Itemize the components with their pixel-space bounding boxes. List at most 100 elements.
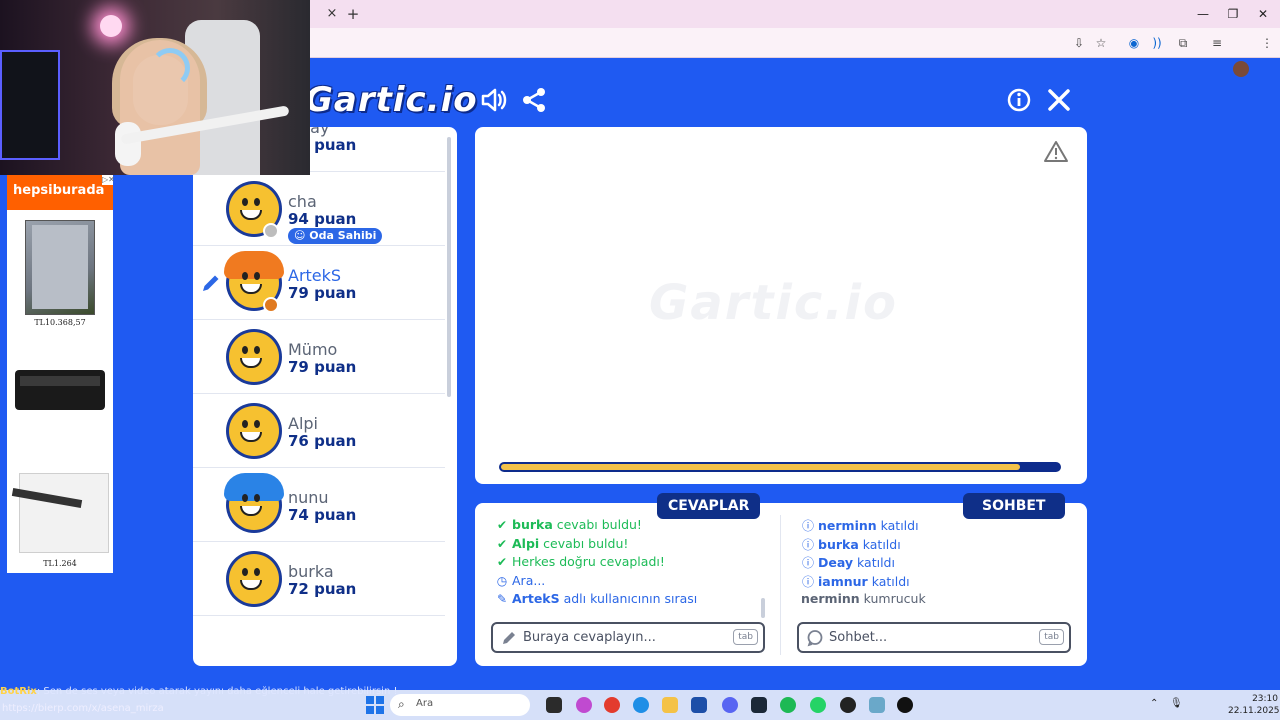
window-close-button[interactable]: ✕ (1248, 4, 1278, 24)
install-app-icon[interactable]: ⇩ (1070, 34, 1088, 52)
sound-icon[interactable] (479, 86, 507, 114)
chrome-icon[interactable] (604, 697, 620, 713)
extensions-puzzle-icon[interactable]: ⧉ (1174, 34, 1192, 52)
message-text: Herkes doğru cevapladı! (512, 554, 665, 569)
profile-avatar[interactable] (1233, 61, 1249, 77)
chat-message: ⓘ nerminn katıldı (801, 517, 919, 535)
player-name: cha (288, 192, 317, 211)
restore-button[interactable]: ❐ (1218, 4, 1248, 24)
stream-notice: BotRix: Sen de ses veya video atarak yay… (0, 686, 430, 700)
chat-input-box[interactable]: tab (797, 622, 1071, 653)
report-warning-icon[interactable] (1043, 139, 1069, 165)
ad-ram-image[interactable] (15, 370, 105, 410)
message-text: adlı kullanıcının sırası (559, 591, 698, 606)
answer-message: ✔ Herkes doğru cevapladı! (495, 554, 665, 572)
chat-message: ⓘ Deay katıldı (801, 554, 895, 572)
player-row[interactable]: Mümo 79 puan (193, 320, 445, 394)
taskbar-clock[interactable]: 23:10 22.11.2025 (1228, 693, 1280, 717)
player-name: nunu (288, 488, 329, 507)
badge-label: Oda Sahibi (309, 229, 377, 242)
bookmark-star-icon[interactable]: ☆ (1092, 34, 1110, 52)
extension-icon[interactable]: ◉ (1125, 34, 1143, 52)
close-icon[interactable] (1045, 86, 1073, 114)
player-points: 74 puan (288, 506, 357, 524)
discord-icon[interactable] (722, 697, 738, 713)
obs-icon[interactable] (840, 697, 856, 713)
file-explorer-icon[interactable] (662, 697, 678, 713)
whatsapp-icon[interactable] (810, 697, 826, 713)
chat-message: nerminn kumrucuk (801, 591, 926, 609)
message-text: Ara... (512, 572, 546, 588)
message-user: ArtekS (512, 591, 560, 606)
ad-cpu-image[interactable] (25, 220, 95, 315)
tray-chevron-icon[interactable]: ⌃ (1150, 698, 1158, 709)
tab-close-button[interactable]: × (322, 4, 342, 24)
minimize-button[interactable]: — (1188, 4, 1218, 24)
message-icon: ◷ (496, 573, 508, 588)
edge-icon[interactable] (633, 697, 649, 713)
tab-answers[interactable]: CEVAPLAR (657, 493, 761, 519)
message-icon: ⓘ (801, 537, 814, 552)
message-text: kumrucuk (859, 591, 926, 606)
player-list-panel: Deay95 puancha94 puan☺ Oda SahibiArtekS7… (193, 127, 457, 666)
message-text: katıldı (867, 573, 910, 589)
info-icon[interactable] (1005, 86, 1033, 114)
store-icon[interactable] (691, 697, 707, 713)
taskview-icon[interactable] (546, 697, 562, 713)
ad-price: TL10.368,57 (34, 318, 86, 327)
chat-message: ⓘ burka katıldı (801, 536, 901, 554)
answer-message: ◷ Ara... (495, 572, 546, 591)
tab-key-hint: tab (1039, 629, 1064, 645)
player-list-scrollbar[interactable] (447, 137, 451, 397)
copilot-icon[interactable] (576, 697, 592, 713)
tab-key-hint: tab (733, 629, 758, 645)
drawing-canvas[interactable]: Gartic.io (475, 127, 1087, 484)
advertisement[interactable]: hepsiburada ▷✕ TL10.368,57 TL1.264 (7, 175, 115, 573)
ad-close-button[interactable]: ▷✕ (102, 175, 115, 185)
answer-input[interactable] (523, 627, 723, 648)
new-tab-button[interactable]: + (343, 4, 363, 24)
answers-scrollbar[interactable] (761, 598, 765, 618)
ad-brand: hepsiburada (7, 175, 113, 210)
player-row[interactable]: Alpi 76 puan (193, 394, 445, 468)
player-name: Alpi (288, 414, 318, 433)
player-name: burka (288, 562, 334, 581)
player-points: 79 puan (288, 358, 357, 376)
answer-message: ✎ ArtekS adlı kullanıcının sırası (495, 591, 697, 609)
github-icon[interactable] (897, 697, 913, 713)
message-user: nerminn (818, 518, 877, 533)
microphone-icon[interactable]: 🎙 (1170, 698, 1183, 709)
player-avatar (226, 551, 282, 607)
message-text: cevabı buldu! (552, 517, 642, 532)
player-row[interactable]: nunu 74 puan (193, 468, 445, 542)
app-icon[interactable] (869, 697, 885, 713)
player-row[interactable]: cha 94 puan ☺ Oda Sahibi (193, 172, 445, 246)
audio-extension-icon[interactable]: )) (1148, 34, 1166, 52)
message-user: Alpi (512, 535, 540, 551)
clock-date: 22.11.2025 (1228, 706, 1280, 716)
answer-message: ✔ Alpi cevabı buldu! (495, 536, 628, 554)
ad-price: TL1.264 (43, 559, 77, 568)
steam-icon[interactable] (751, 697, 767, 713)
chat-input[interactable] (829, 627, 1029, 648)
player-points: 94 puan (288, 210, 357, 228)
ad-monitor-arm-image[interactable] (19, 473, 109, 553)
tab-chat[interactable]: SOHBET (963, 493, 1065, 519)
drawing-pencil-icon (200, 272, 222, 294)
answer-input-box[interactable]: tab (491, 622, 765, 653)
share-icon[interactable] (520, 86, 548, 114)
player-avatar (226, 403, 282, 459)
player-row[interactable]: burka 72 puan (193, 542, 445, 616)
notice-text: : Sen de ses veya video atarak yayını da… (36, 686, 398, 697)
room-owner-badge: ☺ Oda Sahibi (288, 228, 383, 244)
player-avatar (226, 329, 282, 385)
message-user: iamnur (818, 573, 868, 589)
message-icon: ✎ (496, 592, 508, 606)
browser-menu-icon[interactable]: ⋮ (1258, 34, 1276, 52)
reading-list-icon[interactable]: ≡ (1208, 34, 1226, 52)
spotify-icon[interactable] (780, 697, 796, 713)
round-timer-fill (501, 464, 1020, 470)
player-avatar (224, 473, 284, 533)
player-row[interactable]: ArtekS 79 puan (193, 246, 445, 320)
message-user: nerminn (801, 591, 860, 606)
